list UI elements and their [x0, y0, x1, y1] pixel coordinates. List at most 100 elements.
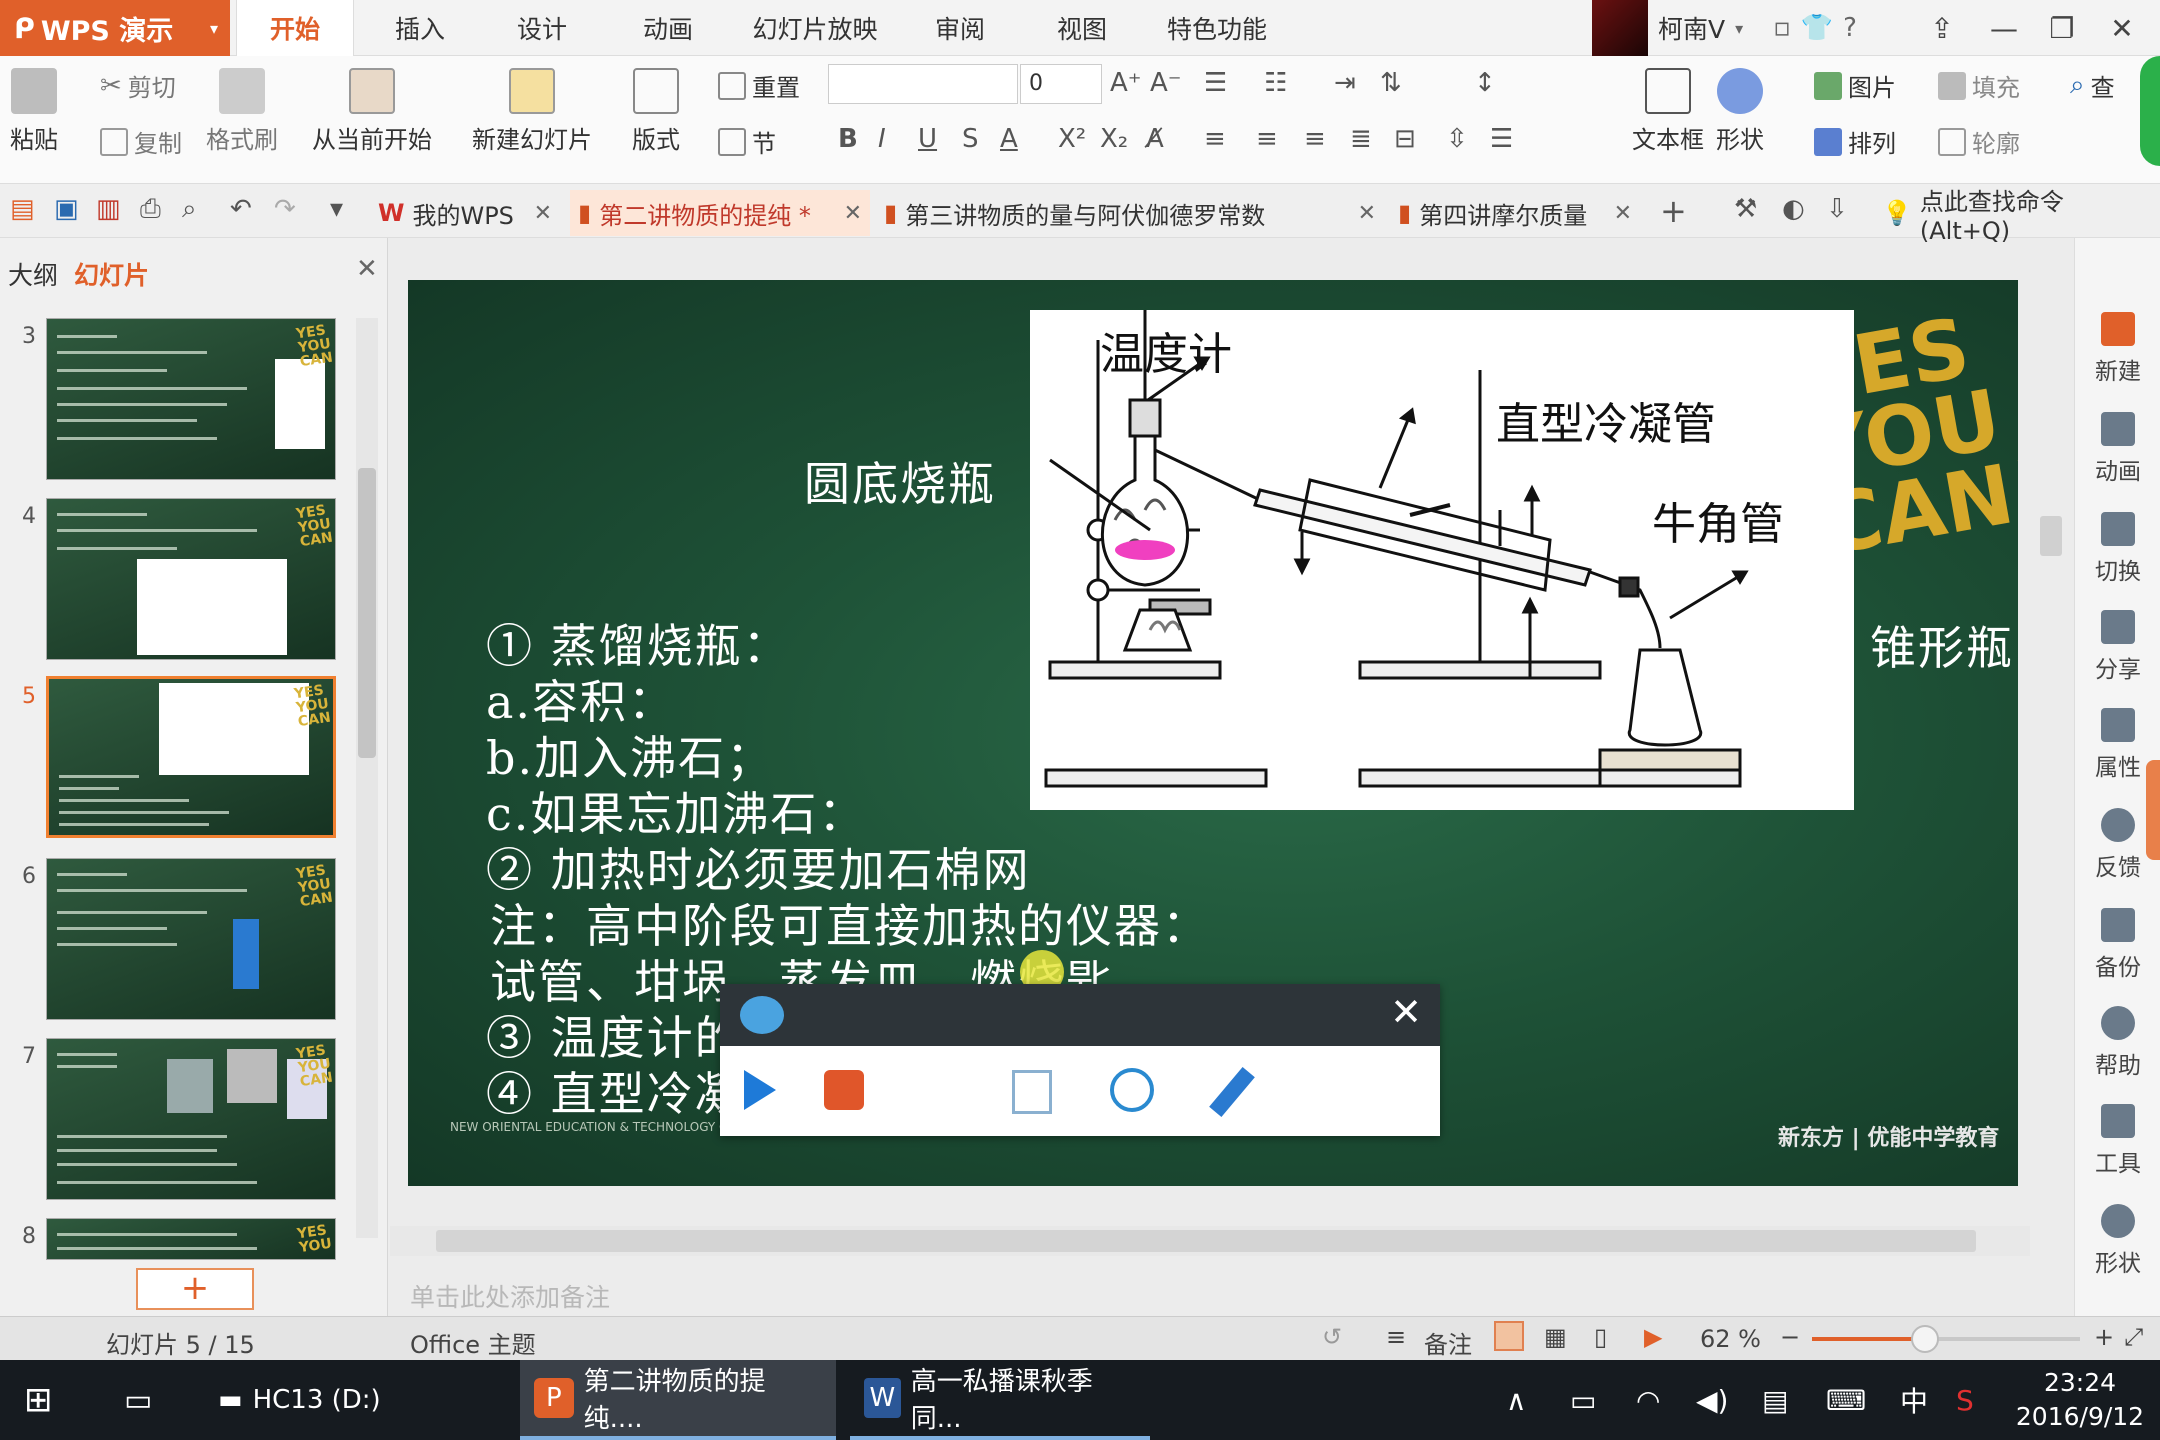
italic-icon[interactable]: I [878, 124, 886, 154]
bold-icon[interactable]: B [838, 124, 858, 154]
para-spacing-icon[interactable]: ⇳ [1446, 124, 1468, 154]
notes-icon[interactable]: ≡ [1386, 1323, 1406, 1351]
share-icon[interactable]: ◐ [1782, 194, 1805, 224]
zoom-slider[interactable] [1812, 1325, 2080, 1353]
task-view-icon[interactable]: ▭ [110, 1360, 166, 1440]
font-shrink-icon[interactable]: A⁻ [1150, 68, 1182, 98]
normal-view-icon[interactable] [1494, 1321, 1524, 1351]
text-direction-icon[interactable]: ↕ [1474, 68, 1496, 98]
close-icon[interactable]: ✕ [1390, 990, 1422, 1034]
sorter-view-icon[interactable]: ▦ [1544, 1323, 1567, 1351]
close-button[interactable]: ✕ [2094, 0, 2150, 56]
clear-format-icon[interactable]: A̸ [1146, 124, 1164, 154]
fill-button[interactable]: 填充 [1938, 68, 2020, 103]
help-button[interactable]: 帮助 [2075, 1006, 2160, 1080]
section-button[interactable]: 节 [718, 124, 776, 159]
numbering-icon[interactable]: ☷ [1264, 68, 1287, 98]
redo-icon[interactable]: ↷ [274, 194, 296, 224]
tab-doc3[interactable]: ▮ 第四讲摩尔质量 ✕ [1390, 190, 1640, 236]
open-icon[interactable]: ▤ [10, 194, 35, 224]
slide-thumb-8[interactable]: YES YOU [46, 1218, 336, 1260]
scrollbar-thumb[interactable] [436, 1230, 1976, 1252]
tool-icon[interactable]: ⚒ [1734, 194, 1757, 224]
layout-button[interactable]: 版式 [632, 68, 680, 155]
battery-icon[interactable]: ▭ [1570, 1360, 1596, 1440]
tab-slides[interactable]: 幻灯片 [74, 256, 149, 292]
minimize-button[interactable]: — [1976, 0, 2032, 56]
tab-design[interactable]: 设计 [492, 0, 592, 56]
tab-view[interactable]: 视图 [1032, 0, 1132, 56]
screen-recorder-toolbar[interactable]: ✕ [720, 984, 1440, 1136]
zoom-icon[interactable] [1110, 1068, 1154, 1112]
shirt-icon[interactable]: 👕 [1801, 13, 1833, 43]
notes-placeholder[interactable]: 单击此处添加备注 [410, 1278, 610, 1314]
copy-button[interactable]: 复制 [100, 124, 182, 159]
tab-slideshow[interactable]: 幻灯片放映 [740, 0, 890, 56]
tab-animation[interactable]: 动画 [618, 0, 718, 56]
start-button[interactable]: ⊞ [10, 1360, 67, 1440]
font-color-icon[interactable]: A [1000, 124, 1018, 154]
thumb-scrollbar[interactable] [356, 318, 378, 1238]
restore-button[interactable]: ❐ [2034, 0, 2090, 56]
list-indent-icon[interactable]: ☰ [1490, 124, 1513, 154]
user-area[interactable]: 柯南V ▾ ▫ 👕 ? [1592, 0, 1857, 56]
revert-icon[interactable]: ↺ [1322, 1323, 1342, 1351]
picture-button[interactable]: 图片 [1814, 68, 1896, 103]
task-wps[interactable]: P 第二讲物质的提纯.... [520, 1360, 836, 1440]
share-button[interactable]: 分享 [2075, 610, 2160, 684]
notes-toggle[interactable]: 备注 [1424, 1325, 1472, 1360]
underline-icon[interactable]: U [918, 124, 937, 154]
tab-start[interactable]: 开始 [236, 0, 354, 56]
wifi-icon[interactable]: ◠ [1636, 1360, 1660, 1440]
task-drive[interactable]: ▬ HC13 (D:) [204, 1360, 504, 1440]
clock[interactable]: 23:24 2016/9/12 [2010, 1366, 2150, 1434]
zoom-slider-thumb[interactable] [1910, 1325, 1939, 1353]
tab-review[interactable]: 审阅 [910, 0, 1010, 56]
tools-button[interactable]: 工具 [2075, 1104, 2160, 1178]
font-name-select[interactable] [828, 64, 1018, 104]
distribute-icon[interactable]: ⊟ [1394, 124, 1416, 154]
app-menu-button[interactable]: ᑭ WPS 演示 ▾ [0, 0, 230, 56]
shape-button[interactable]: 形状 [1716, 68, 1764, 155]
save-icon[interactable]: ▣ [54, 194, 79, 224]
strikethrough-icon[interactable]: S [962, 124, 979, 154]
animation-button[interactable]: 动画 [2075, 412, 2160, 486]
panel-toggle[interactable] [2146, 760, 2160, 860]
export-pdf-icon[interactable]: ▥ [96, 194, 121, 224]
align-center-icon[interactable]: ≡ [1256, 124, 1278, 154]
textbox-button[interactable]: 文本框 [1632, 68, 1704, 155]
close-icon[interactable]: ✕ [844, 201, 862, 226]
preview-icon[interactable]: ⌕ [182, 194, 197, 225]
avatar[interactable] [1592, 0, 1648, 56]
reset-button[interactable]: 重置 [718, 68, 800, 103]
tab-special[interactable]: 特色功能 [1152, 0, 1282, 56]
new-tab-icon[interactable]: + [1660, 192, 1687, 230]
upload-icon[interactable]: ⇪ [1914, 0, 1970, 56]
close-icon[interactable]: ✕ [356, 254, 378, 284]
transition-button[interactable]: 切换 [2075, 512, 2160, 586]
find-command-box[interactable]: 💡 点此查找命令 (Alt+Q) [1874, 188, 2160, 245]
slide-thumb-7[interactable]: YES YOU CAN [46, 1038, 336, 1200]
indent-icon[interactable]: ⇥ [1334, 68, 1356, 98]
close-icon[interactable]: ✕ [534, 201, 552, 226]
zoom-out-icon[interactable]: − [1780, 1323, 1800, 1351]
horizontal-scrollbar[interactable] [390, 1226, 2030, 1256]
tab-insert[interactable]: 插入 [370, 0, 470, 56]
keyboard-icon[interactable]: ⌨ [1826, 1360, 1866, 1440]
tab-outline[interactable]: 大纲 [8, 256, 58, 292]
slide-thumb-5-selected[interactable]: YES YOU CAN [46, 676, 336, 838]
print-icon[interactable]: ⎙ [140, 194, 161, 225]
help-icon[interactable]: ? [1843, 13, 1857, 43]
add-slide-button[interactable]: + [136, 1268, 254, 1310]
cut-button[interactable]: ✂ 剪切 [100, 68, 176, 103]
green-float-icon[interactable] [2140, 56, 2160, 166]
align-right-icon[interactable]: ≡ [1304, 124, 1326, 154]
outline-button[interactable]: 轮廓 [1938, 124, 2020, 159]
tab-mywps[interactable]: W 我的WPS ✕ [370, 190, 560, 236]
from-current-button[interactable]: 从当前开始 [312, 68, 432, 155]
ime-indicator[interactable]: 中 [1900, 1360, 1928, 1440]
font-size-select[interactable]: 0 [1020, 64, 1102, 104]
shape-panel-button[interactable]: 形状 [2075, 1204, 2160, 1278]
find-button[interactable]: ⌕ 查 [2070, 68, 2115, 103]
slide-thumb-6[interactable]: YES YOU CAN [46, 858, 336, 1020]
